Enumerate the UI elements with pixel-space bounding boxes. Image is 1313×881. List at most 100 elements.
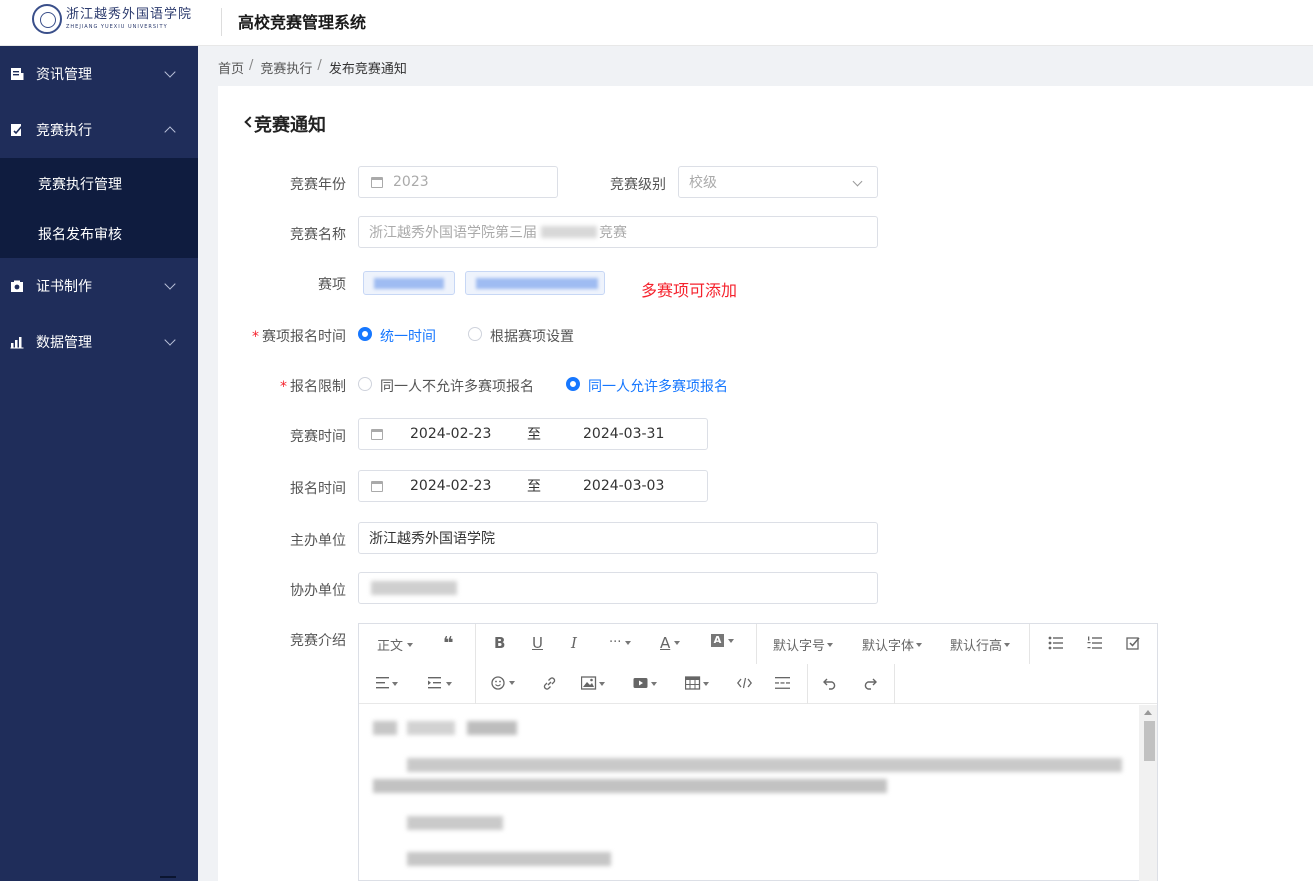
level-value: 校级 <box>689 175 717 191</box>
system-title: 高校竞赛管理系统 <box>238 13 367 32</box>
submenu-item-execution-management[interactable]: 竞赛执行管理 <box>38 174 122 194</box>
breadcrumb-execution[interactable]: 竞赛执行 <box>260 58 312 77</box>
code-icon[interactable] <box>737 677 752 689</box>
emoji-icon[interactable] <box>491 675 517 691</box>
align-icon[interactable] <box>376 676 398 690</box>
comp-time-label: 竞赛时间 <box>290 429 346 445</box>
sidebar-item-label: 竞赛执行 <box>36 123 92 139</box>
chevron-down-icon <box>164 278 176 290</box>
italic-icon[interactable]: I <box>571 634 577 652</box>
editor-scrollbar[interactable] <box>1139 705 1157 881</box>
reg-time-label: * 赛项报名时间 <box>252 329 346 345</box>
calendar-icon <box>371 480 383 492</box>
redacted-text <box>374 278 444 289</box>
font-color-icon[interactable]: A <box>660 634 681 652</box>
page-title: 竞赛通知 <box>254 115 326 136</box>
radio-multi-item[interactable] <box>566 377 580 391</box>
line-height-select[interactable]: 默认行高 <box>950 635 1011 654</box>
more-format-icon[interactable]: ··· <box>609 635 632 650</box>
submenu-competition-execution: 竞赛执行管理 报名发布审核 <box>0 158 198 258</box>
range-separator: 至 <box>527 427 541 443</box>
cohost-input[interactable] <box>358 572 878 604</box>
font-family-select[interactable]: 默认字体 <box>862 635 923 654</box>
top-header: 浙江越秀外国语学院 ZHEJIANG YUEXIU UNIVERSITY 高校竞… <box>0 0 1313 46</box>
radio-label: 同一人不允许多赛项报名 <box>380 379 534 395</box>
chevron-down-icon <box>164 334 176 346</box>
radio-label: 同一人允许多赛项报名 <box>588 379 728 395</box>
breadcrumb-current: 发布竞赛通知 <box>328 62 407 77</box>
range-separator: 至 <box>527 479 541 495</box>
checklist-icon[interactable] <box>1126 636 1141 651</box>
intro-label: 竞赛介绍 <box>290 633 346 649</box>
redacted-text <box>373 779 887 793</box>
comp-time-start: 2024-02-23 <box>410 426 492 442</box>
redo-icon[interactable] <box>861 676 877 690</box>
bold-icon[interactable]: B <box>494 634 505 652</box>
rich-text-editor: 正文 ❝ B U I ··· A A 默认字号 默认字体 默认行高 <box>358 623 1158 881</box>
background-color-icon[interactable]: A <box>711 634 734 647</box>
radio-per-item-time[interactable] <box>468 327 482 341</box>
breadcrumb-home[interactable]: 首页 <box>218 58 244 77</box>
calendar-icon <box>371 428 383 440</box>
sidebar-item-data[interactable]: 数据管理 <box>0 314 198 370</box>
redacted-text <box>407 721 455 735</box>
chevron-up-icon <box>164 126 176 138</box>
font-size-select[interactable]: 默认字号 <box>773 635 834 654</box>
competition-name-suffix: 竞赛 <box>599 225 627 241</box>
scroll-thumb[interactable] <box>1144 721 1155 761</box>
quote-icon[interactable]: ❝ <box>443 633 454 654</box>
image-icon[interactable] <box>581 676 607 690</box>
sidebar-item-competition-execution[interactable]: 竞赛执行 <box>0 102 198 158</box>
signup-time-end: 2024-03-03 <box>583 478 665 494</box>
submenu-item-signup-review[interactable]: 报名发布审核 <box>38 224 122 244</box>
radio-label: 统一时间 <box>380 329 436 345</box>
items-hint: 多赛项可添加 <box>641 281 738 300</box>
cohost-label: 协办单位 <box>290 583 346 599</box>
edit-doc-icon <box>11 124 23 136</box>
reg-limit-label: * 报名限制 <box>280 379 346 395</box>
item-tag[interactable] <box>363 271 455 295</box>
paragraph-select[interactable]: 正文 <box>377 635 414 654</box>
signup-time-range-picker[interactable]: 2024-02-23 至 2024-03-03 <box>358 470 708 502</box>
news-icon <box>11 68 24 80</box>
redacted-text <box>541 226 597 238</box>
sidebar-item-news[interactable]: 资讯管理 <box>0 46 198 102</box>
comp-time-range-picker[interactable]: 2024-02-23 至 2024-03-31 <box>358 418 708 450</box>
redacted-text <box>373 721 397 735</box>
sidebar-item-label: 数据管理 <box>36 335 92 351</box>
bullet-list-icon[interactable] <box>1048 636 1064 650</box>
level-select[interactable]: 校级 <box>678 166 878 198</box>
host-input[interactable]: 浙江越秀外国语学院 <box>358 522 878 554</box>
competition-name-input[interactable]: 浙江越秀外国语学院第三届 竞赛 <box>358 216 878 248</box>
redacted-text <box>476 278 598 289</box>
bar-chart-icon <box>10 337 24 349</box>
video-icon[interactable] <box>633 676 659 690</box>
item-tag[interactable] <box>465 271 605 295</box>
sidebar-collapse-handle[interactable] <box>160 876 176 878</box>
radio-unified-time[interactable] <box>358 327 372 341</box>
radio-single-item[interactable] <box>358 377 372 391</box>
numbered-list-icon[interactable] <box>1087 636 1103 650</box>
year-picker[interactable]: 2023 <box>358 166 558 198</box>
university-logo[interactable]: 浙江越秀外国语学院 ZHEJIANG YUEXIU UNIVERSITY <box>32 3 192 35</box>
host-value: 浙江越秀外国语学院 <box>369 531 495 547</box>
link-icon[interactable] <box>542 676 557 691</box>
table-icon[interactable] <box>685 676 711 690</box>
sidebar: 资讯管理 竞赛执行 竞赛执行管理 报名发布审核 证书制作 数据管理 <box>0 46 198 881</box>
competition-name-value: 浙江越秀外国语学院第三届 <box>369 225 537 241</box>
logo-chinese-name: 浙江越秀外国语学院 <box>66 7 193 22</box>
divider-icon[interactable] <box>775 676 790 690</box>
comp-time-end: 2024-03-31 <box>583 426 665 442</box>
undo-icon[interactable] <box>823 676 839 690</box>
breadcrumb: 首页 / 竞赛执行 / 发布竞赛通知 <box>218 58 407 77</box>
underline-icon[interactable]: U <box>532 634 543 652</box>
scroll-up-arrow-icon[interactable] <box>1144 710 1152 715</box>
indent-icon[interactable] <box>428 676 454 690</box>
year-value: 2023 <box>393 174 429 190</box>
editor-content[interactable] <box>359 705 1139 881</box>
redacted-text <box>371 581 457 595</box>
sidebar-item-certificate[interactable]: 证书制作 <box>0 258 198 314</box>
editor-toolbar: 正文 ❝ B U I ··· A A 默认字号 默认字体 默认行高 <box>359 624 1157 704</box>
header-divider <box>221 8 222 36</box>
camera-icon <box>11 280 23 292</box>
